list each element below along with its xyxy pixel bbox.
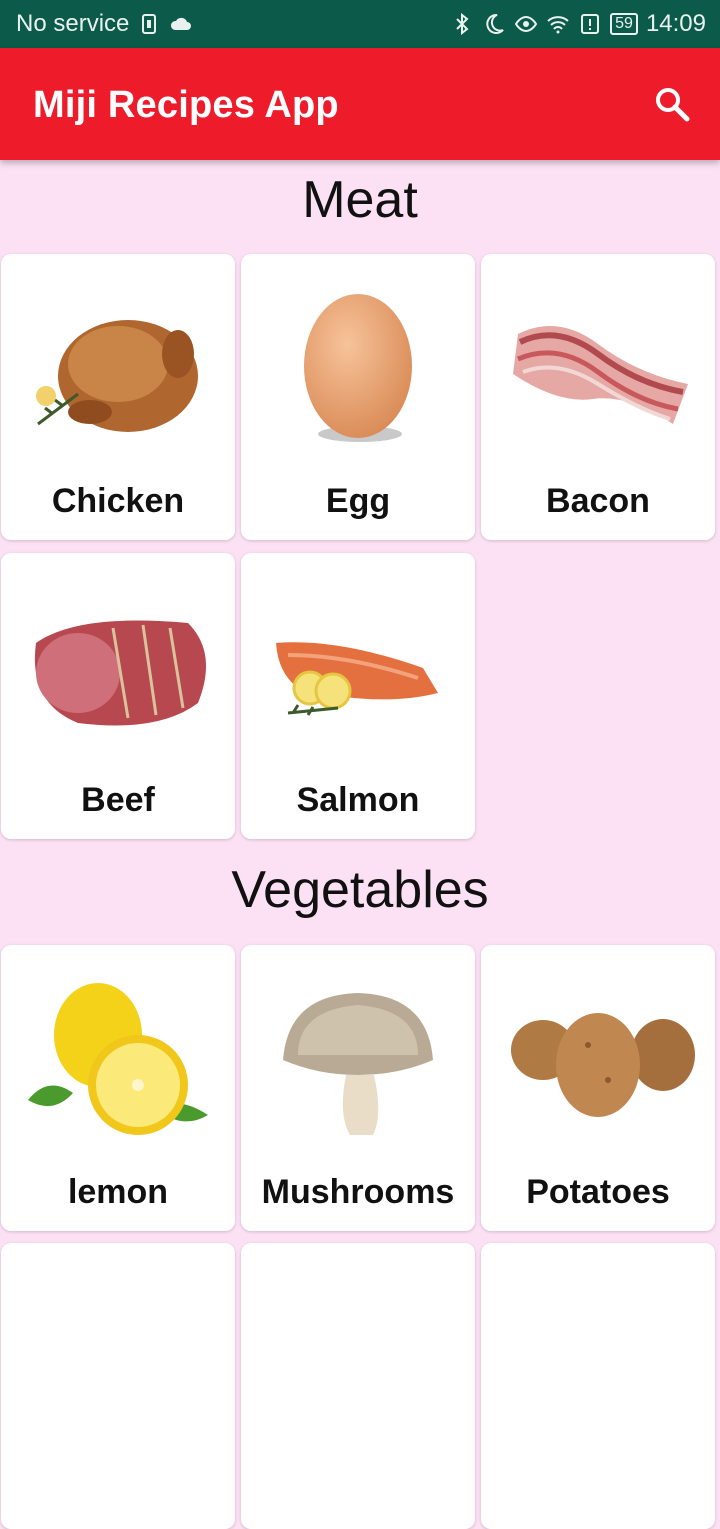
app-bar: Miji Recipes App — [0, 48, 720, 160]
recipe-label: Egg — [325, 482, 391, 520]
recipe-label: Bacon — [546, 482, 650, 520]
section-title-meat: Meat — [302, 171, 418, 229]
app-title: Miji Recipes App — [33, 84, 339, 126]
recipe-card-egg[interactable]: Egg — [241, 254, 475, 540]
lemon-image — [28, 983, 208, 1135]
status-time: 14:09 — [645, 10, 706, 37]
salmon-image — [276, 642, 438, 716]
recipe-card-beef[interactable]: Beef — [1, 553, 235, 839]
chicken-image — [36, 320, 198, 432]
recipe-label: Potatoes — [526, 1173, 670, 1211]
recipe-label: Beef — [81, 781, 155, 819]
sim-icon — [142, 14, 157, 34]
recipe-card-mushrooms[interactable]: Mushrooms — [241, 945, 475, 1231]
recipe-label: Salmon — [296, 781, 420, 819]
moon-icon — [486, 13, 504, 34]
beef-image — [34, 620, 207, 726]
recipe-card-salmon[interactable]: Salmon — [241, 553, 475, 839]
battery-icon: 59 — [610, 13, 638, 35]
recipe-card[interactable] — [1, 1243, 235, 1529]
recipe-label: lemon — [67, 1173, 169, 1211]
status-bar: No service 59 14:09 — [0, 0, 720, 48]
recipe-card[interactable] — [481, 1243, 715, 1529]
recipe-label: Mushrooms — [261, 1173, 455, 1211]
bluetooth-icon — [456, 12, 469, 36]
mushroom-image — [283, 993, 433, 1135]
recipe-card[interactable] — [241, 1243, 475, 1529]
search-icon[interactable] — [654, 86, 690, 122]
recipe-label: Chicken — [51, 482, 185, 520]
eye-icon — [514, 15, 538, 33]
recipe-card-bacon[interactable]: Bacon — [481, 254, 715, 540]
recipe-card-potatoes[interactable]: Potatoes — [481, 945, 715, 1231]
carrier-text: No service — [16, 10, 130, 37]
alert-icon — [581, 14, 600, 34]
egg-image — [304, 294, 412, 442]
recipe-card-lemon[interactable]: lemon — [1, 945, 235, 1231]
wifi-icon — [547, 16, 569, 34]
potato-image — [511, 1013, 695, 1117]
cloud-icon — [171, 17, 192, 30]
bacon-image — [513, 326, 688, 424]
section-title-vegetables: Vegetables — [231, 861, 489, 919]
recipe-card-chicken[interactable]: Chicken — [1, 254, 235, 540]
